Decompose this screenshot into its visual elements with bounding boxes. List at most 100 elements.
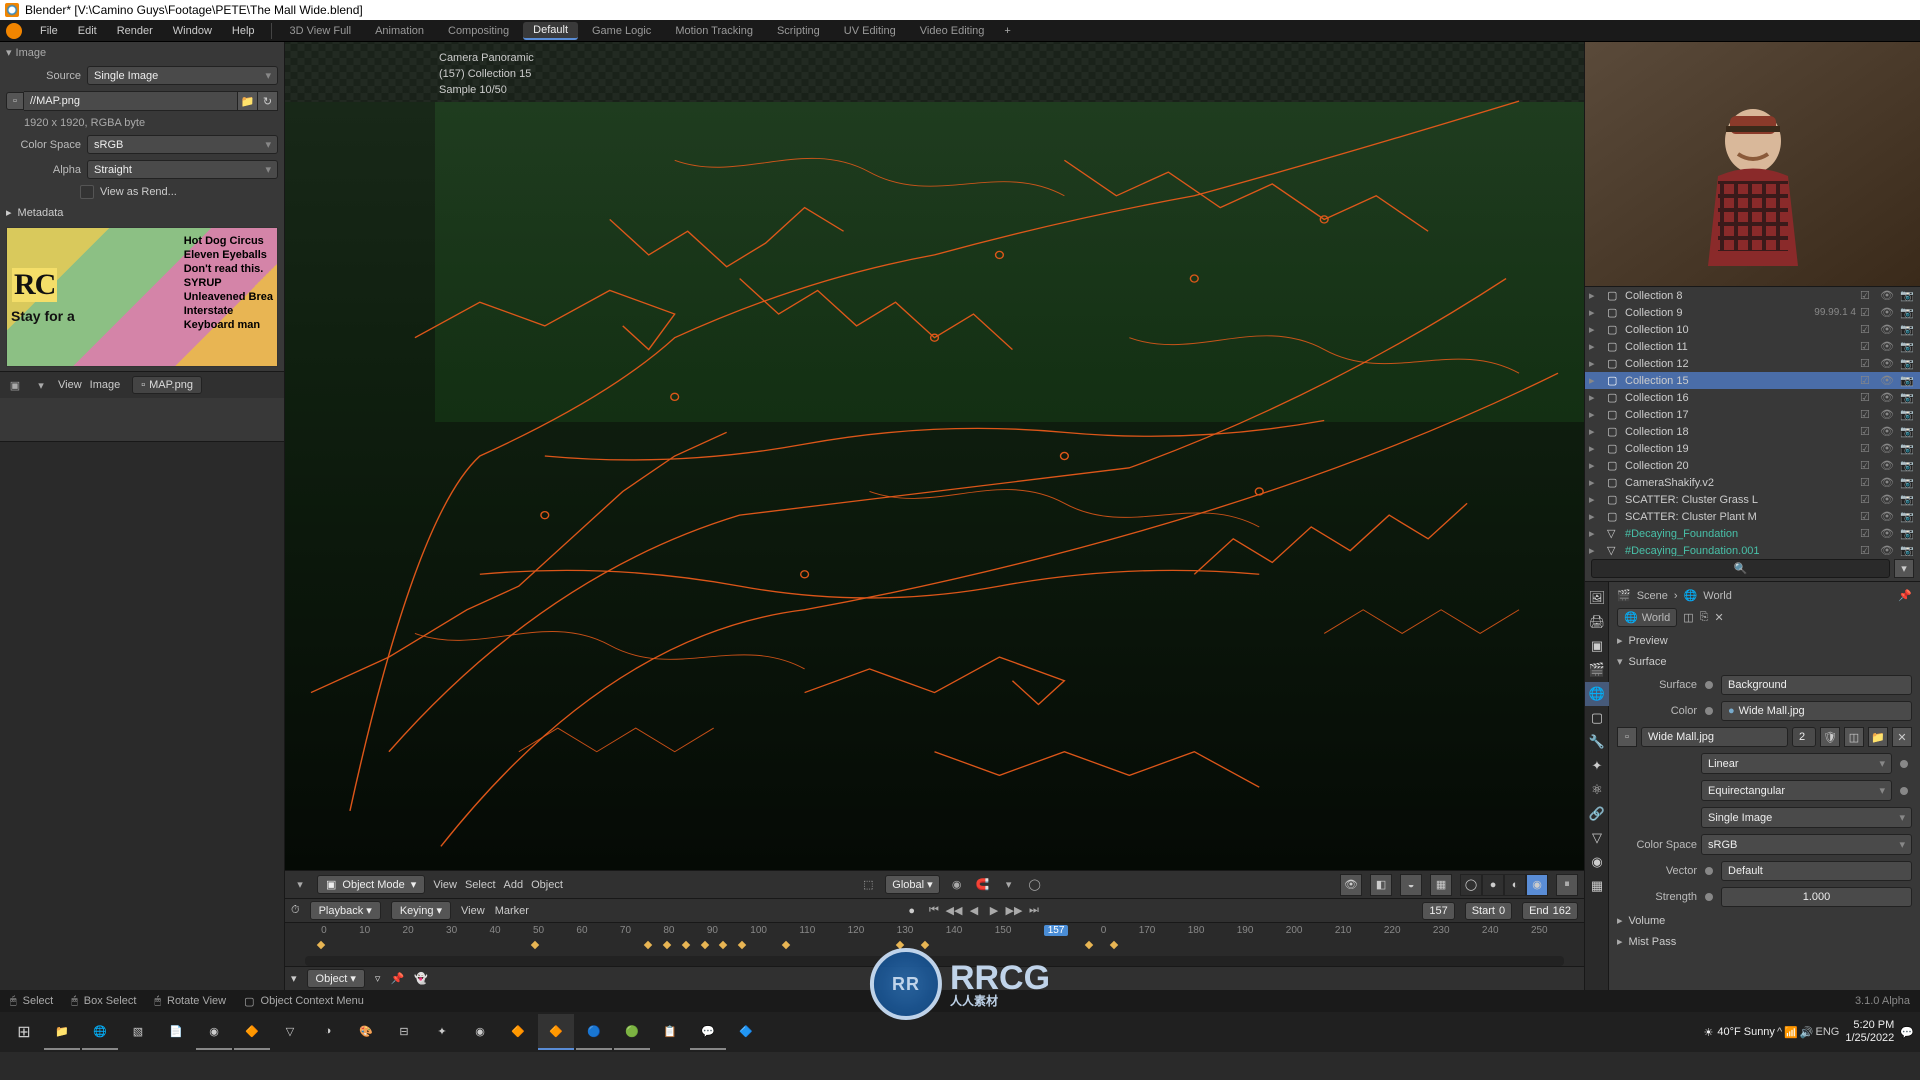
expand-icon[interactable]: ▸ xyxy=(1589,442,1603,455)
outliner-row-7[interactable]: ▸▢Collection 17☑👁📷 xyxy=(1585,406,1920,423)
outliner-row-5[interactable]: ▸▢Collection 15☑👁📷 xyxy=(1585,372,1920,389)
orientation-dropdown[interactable]: Global ▾ xyxy=(885,875,939,894)
toggle-exclude[interactable]: ☑ xyxy=(1860,493,1876,506)
toggle-exclude[interactable]: ☑ xyxy=(1860,459,1876,472)
toggle-visibility[interactable]: 👁 xyxy=(1880,289,1896,302)
duplicate-button[interactable]: ⎘ xyxy=(1700,611,1709,624)
outliner-row-0[interactable]: ▸▢Collection 8☑👁📷 xyxy=(1585,287,1920,304)
new-image-button[interactable]: ◫ xyxy=(1844,727,1864,747)
taskbar-blender1[interactable]: 🔶 xyxy=(234,1014,270,1050)
expand-icon[interactable]: ▸ xyxy=(1589,323,1603,336)
fake-user-button[interactable]: 🛡 xyxy=(1820,727,1840,747)
taskbar-discord[interactable]: 💬 xyxy=(690,1014,726,1050)
keyframe[interactable] xyxy=(644,941,652,949)
frame-end-field[interactable]: End 162 xyxy=(1522,902,1578,920)
refresh-button[interactable]: ↻ xyxy=(258,91,278,111)
taskbar-blender2[interactable]: 🔶 xyxy=(500,1014,536,1050)
orient-icon[interactable]: ⬚ xyxy=(859,876,877,894)
workspace-uvediting[interactable]: UV Editing xyxy=(834,23,906,39)
workspace-videoediting[interactable]: Video Editing xyxy=(910,23,995,39)
expand-icon[interactable]: ▸ xyxy=(1589,306,1603,319)
interpolation-dropdown[interactable]: Linear▾ xyxy=(1701,753,1892,774)
toggle-render[interactable]: 📷 xyxy=(1900,357,1916,370)
volume-header[interactable]: ▸Volume xyxy=(1613,910,1916,931)
expand-icon[interactable]: ▸ xyxy=(1589,544,1603,556)
snap-toggle[interactable]: 🧲 xyxy=(974,876,992,894)
outliner-row-8[interactable]: ▸▢Collection 18☑👁📷 xyxy=(1585,423,1920,440)
toggle-visibility[interactable]: 👁 xyxy=(1880,323,1896,336)
keyframe[interactable] xyxy=(719,941,727,949)
taskbar-paint[interactable]: 🎨 xyxy=(348,1014,384,1050)
image-path-field[interactable]: //MAP.png xyxy=(24,91,238,111)
timeline[interactable]: 01020 304050 607080 90100110 120130140 1… xyxy=(285,922,1584,956)
keyframe[interactable] xyxy=(1110,941,1118,949)
colorspace-dropdown[interactable]: sRGB▾ xyxy=(87,135,278,154)
menu-view[interactable]: View xyxy=(461,905,485,917)
taskbar-spotify[interactable]: 🟢 xyxy=(614,1014,650,1050)
vector-dropdown[interactable]: Default xyxy=(1721,861,1912,881)
prop-edit-icon[interactable]: ◯ xyxy=(1026,876,1044,894)
expand-icon[interactable]: ▸ xyxy=(1589,391,1603,404)
rendered-shading[interactable]: ◉ xyxy=(1526,874,1548,896)
toggle-exclude[interactable]: ☑ xyxy=(1860,306,1876,319)
editor-type-icon[interactable]: ▾ xyxy=(291,972,297,985)
outliner-row-13[interactable]: ▸▢SCATTER: Cluster Plant M☑👁📷 xyxy=(1585,508,1920,525)
toggle-exclude[interactable]: ☑ xyxy=(1860,374,1876,387)
keying-menu[interactable]: Keying ▾ xyxy=(391,901,451,920)
toggle-visibility[interactable]: 👁 xyxy=(1880,357,1896,370)
workspace-3dviewfull[interactable]: 3D View Full xyxy=(280,23,362,39)
menu-window[interactable]: Window xyxy=(165,23,220,39)
wireframe-shading[interactable]: ◯ xyxy=(1460,874,1482,896)
image-name-field[interactable]: Wide Mall.jpg xyxy=(1641,727,1788,747)
tab-modifier[interactable]: 🔧 xyxy=(1585,730,1609,754)
taskbar-app7[interactable]: 🔷 xyxy=(728,1014,764,1050)
menu-edit[interactable]: Edit xyxy=(70,23,105,39)
expand-icon[interactable]: ▸ xyxy=(1589,510,1603,523)
expand-icon[interactable]: ▸ xyxy=(1589,408,1603,421)
image-preview[interactable]: RC Stay for a Hot Dog Circus Eleven Eyeb… xyxy=(6,227,278,367)
tab-render[interactable]: 🖼 xyxy=(1585,586,1609,610)
expand-icon[interactable]: ▸ xyxy=(1589,459,1603,472)
node-socket-icon[interactable] xyxy=(1705,867,1713,875)
toggle-visibility[interactable]: 👁 xyxy=(1880,476,1896,489)
colorspace-dropdown[interactable]: sRGB▾ xyxy=(1701,834,1912,855)
pause-icon[interactable]: ⏸ xyxy=(1556,874,1578,896)
metadata-header[interactable]: ▸ Metadata xyxy=(0,202,284,223)
menu-marker[interactable]: Marker xyxy=(495,905,529,917)
taskbar-updates[interactable]: 🔵 xyxy=(576,1014,612,1050)
surface-shader-dropdown[interactable]: Background xyxy=(1721,675,1912,695)
toggle-exclude[interactable]: ☑ xyxy=(1860,476,1876,489)
overlay-toggle[interactable]: ◒ xyxy=(1400,874,1422,896)
taskbar-clock[interactable]: 5:20 PM 1/25/2022 xyxy=(1841,1019,1898,1045)
keyframe[interactable] xyxy=(921,941,929,949)
dope-type-dropdown[interactable]: Object ▾ xyxy=(307,969,365,988)
snap-target-icon[interactable]: ▾ xyxy=(1000,876,1018,894)
outliner-row-11[interactable]: ▸▢CameraShakify.v2☑👁📷 xyxy=(1585,474,1920,491)
new-world-button[interactable]: ◫ xyxy=(1683,611,1693,624)
toggle-render[interactable]: 📷 xyxy=(1900,408,1916,421)
outliner-row-10[interactable]: ▸▢Collection 20☑👁📷 xyxy=(1585,457,1920,474)
toggle-render[interactable]: 📷 xyxy=(1900,459,1916,472)
workspace-animation[interactable]: Animation xyxy=(365,23,434,39)
toggle-exclude[interactable]: ☑ xyxy=(1860,340,1876,353)
taskbar-obs[interactable]: ◉ xyxy=(196,1014,232,1050)
keyframe-prev-button[interactable]: ◀◀ xyxy=(945,902,963,920)
outliner-row-6[interactable]: ▸▢Collection 16☑👁📷 xyxy=(1585,389,1920,406)
tray-volume-icon[interactable]: 🔊 xyxy=(1800,1026,1814,1039)
unlink-button[interactable]: ✕ xyxy=(1714,611,1723,624)
projection-dropdown[interactable]: Equirectangular▾ xyxy=(1701,780,1892,801)
toggle-visibility[interactable]: 👁 xyxy=(1880,544,1896,556)
expand-icon[interactable]: ▸ xyxy=(1589,493,1603,506)
toggle-visibility[interactable]: 👁 xyxy=(1880,425,1896,438)
menu-view[interactable]: View xyxy=(433,879,457,891)
visibility-toggle[interactable]: 👁 xyxy=(1340,874,1362,896)
jump-start-button[interactable]: ⏮ xyxy=(925,902,943,920)
taskbar-app4[interactable]: ⊟ xyxy=(386,1014,422,1050)
toggle-render[interactable]: 📷 xyxy=(1900,493,1916,506)
playback-menu[interactable]: Playback ▾ xyxy=(310,901,381,920)
open-file-button[interactable]: 📁 xyxy=(238,91,258,111)
system-tray[interactable]: ^ xyxy=(1777,1026,1782,1038)
unlink-image-button[interactable]: ✕ xyxy=(1892,727,1912,747)
expand-icon[interactable]: ▸ xyxy=(1589,289,1603,302)
source-dropdown[interactable]: Single Image▾ xyxy=(87,66,278,85)
